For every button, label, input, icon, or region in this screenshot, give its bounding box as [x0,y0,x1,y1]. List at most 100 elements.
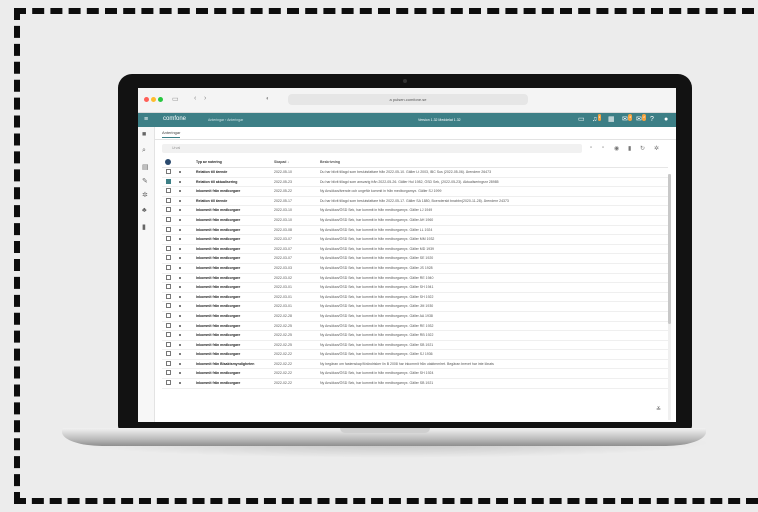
table-row[interactable]: Inkommit från medborgare 2022-02-28 Ny Ans… [162,312,668,322]
row-checkbox[interactable] [166,216,171,222]
row-type[interactable]: Inkommit från medborgare [196,314,274,318]
help-icon[interactable]: ? [650,116,654,123]
table-row[interactable]: Inkommit från medborgare 2022-02-22 Ny Ans… [162,379,668,389]
row-checkbox[interactable] [166,293,171,299]
edit-icon[interactable]: ✎ [142,177,148,185]
table-row[interactable]: Inkommit från medborgare 2022-03-07 Ny Ans… [162,254,668,264]
scrollbar-thumb[interactable] [668,174,671,324]
table-row[interactable]: Inkommit från medborgare 2022-03-02 Ny Ans… [162,274,668,284]
row-type[interactable]: Inkommit från medborgare [196,295,274,299]
chat-icon[interactable]: ▭ [578,116,585,123]
row-type[interactable]: Inkommit från medborgare [196,381,274,385]
row-type[interactable]: Inkommit från medborgare [196,352,274,356]
row-type[interactable]: Inkommit från medborgare [196,333,274,337]
table-row[interactable]: Inkommit från medborgare 2022-03-10 Ny Ans… [162,216,668,226]
eye-icon[interactable]: ◉ [614,145,619,152]
row-checkbox[interactable] [166,370,171,376]
table-row[interactable]: Relation till aktualisering 2022-05-23 Du … [162,178,668,188]
row-type[interactable]: Relation till aktualisering [196,180,274,184]
row-checkbox[interactable] [166,274,171,280]
row-type[interactable]: Inkommit från medborgare [196,276,274,280]
task-icon[interactable]: ✉ 2 [636,114,646,123]
row-checkbox[interactable] [166,255,171,261]
search-icon[interactable]: ⌕ [142,147,146,155]
row-type[interactable]: Inkommit från medborgare [196,266,274,270]
row-checkbox[interactable] [166,322,171,328]
row-type[interactable]: Inkommit från medborgare [196,304,274,308]
bell-icon[interactable]: ♫ 1 [592,114,602,123]
row-checkbox[interactable] [166,360,171,366]
row-type[interactable]: Inkommit från medborgare [196,208,274,212]
row-type[interactable]: Inkommit från medborgare [196,247,274,251]
vertical-scrollbar[interactable] [668,174,671,420]
row-type[interactable]: Inkommit från medborgare [196,343,274,347]
table-row[interactable]: Relation till ärende 2022-05-17 Du har bli… [162,197,668,207]
column-header-type[interactable]: Typ av notering [196,160,274,164]
copy-icon[interactable]: ▫ [602,145,604,151]
table-row[interactable]: Inkommit från medborgare 2022-03-07 Ny Ans… [162,235,668,245]
back-icon[interactable]: ‹ [194,95,196,102]
trash-icon[interactable]: ▮ [628,145,631,152]
address-bar[interactable]: a pulsen.comfone.se [288,94,528,105]
table-row[interactable]: Inkommit från medborgare 2022-02-25 Ny Ans… [162,322,668,332]
row-type[interactable]: Inkommit från medborgare [196,324,274,328]
document-icon[interactable]: ▮ [142,223,146,231]
group-icon[interactable]: ♣ [142,207,147,214]
close-window-button[interactable] [144,97,149,102]
minimize-window-button[interactable] [151,97,156,102]
sidebar-toggle-icon[interactable]: ▭ [172,95,179,103]
calendar-icon[interactable]: ▦ [608,116,615,123]
table-row[interactable]: Inkommit från medborgare 2022-03-01 Ny Ans… [162,283,668,293]
tab-anteringar[interactable]: Anteringar [162,130,181,138]
shield-icon[interactable]: ◐ [266,96,270,102]
breadcrumb[interactable]: Anteringar › Anteringar [208,118,243,122]
row-type[interactable]: Inkommit från medborgare [196,256,274,260]
filter-input[interactable]: Urval [162,144,582,153]
column-header-created[interactable]: Skapad ↓ [274,160,312,164]
row-type[interactable]: Inkommit från medborgare [196,189,274,193]
settings-icon[interactable]: ✲ [142,191,148,199]
row-checkbox[interactable] [166,380,171,386]
brand-logo[interactable]: comfone [163,116,186,122]
row-checkbox[interactable] [166,236,171,242]
forward-icon[interactable]: › [204,95,206,102]
calendar-icon[interactable]: ▤ [142,163,149,171]
row-checkbox[interactable] [166,284,171,290]
expand-icon[interactable]: ≚ [656,406,661,413]
row-checkbox[interactable] [166,169,171,174]
maximize-window-button[interactable] [158,97,163,102]
row-type[interactable]: Inkommit från Bisaktsmyndigheten [196,362,274,366]
row-type[interactable]: Relation till ärende [196,199,274,203]
table-row[interactable]: Inkommit från medborgare 2022-05-22 Ny Ans… [162,187,668,197]
table-row[interactable]: Relation till ärende 2022-05-10 Du har bli… [162,168,668,178]
row-type[interactable]: Inkommit från medborgare [196,228,274,232]
row-type[interactable]: Relation till ärende [196,170,274,174]
refresh-icon[interactable]: ↻ [640,145,645,152]
table-row[interactable]: Inkommit från medborgare 2022-03-01 Ny Ans… [162,293,668,303]
gear-icon[interactable]: ✲ [654,145,659,152]
row-checkbox[interactable] [166,264,171,270]
table-row[interactable]: Inkommit från medborgare 2022-03-08 Ny Ans… [162,226,668,236]
table-row[interactable]: Inkommit från medborgare 2022-02-22 Ny Ans… [162,350,668,360]
row-type[interactable]: Inkommit från medborgare [196,371,274,375]
row-checkbox[interactable] [166,312,171,318]
row-checkbox[interactable] [166,207,171,213]
row-checkbox[interactable] [166,178,171,184]
message-icon[interactable]: ✉ 4 [622,114,632,123]
row-checkbox[interactable] [166,341,171,347]
table-row[interactable]: Inkommit från medborgare 2022-03-01 Ny Ans… [162,302,668,312]
menu-icon[interactable]: ≡ [144,116,148,123]
info-icon[interactable] [165,159,171,165]
row-checkbox[interactable] [166,226,171,232]
row-type[interactable]: Inkommit från medborgare [196,237,274,241]
table-row[interactable]: Inkommit från medborgare 2022-03-10 Ny Ans… [162,206,668,216]
row-checkbox[interactable] [166,188,171,194]
column-header-description[interactable]: Beskrivning [320,160,660,164]
table-row[interactable]: Inkommit från medborgare 2022-02-22 Ny Ans… [162,369,668,380]
row-checkbox[interactable] [166,197,171,203]
user-icon[interactable]: ● [664,116,668,123]
row-checkbox[interactable] [166,351,171,357]
table-row[interactable]: Inkommit från medborgare 2022-03-07 Ny Ans… [162,245,668,255]
table-row[interactable]: Inkommit från medborgare 2022-03-03 Ny Ans… [162,264,668,274]
row-checkbox[interactable] [166,245,171,251]
